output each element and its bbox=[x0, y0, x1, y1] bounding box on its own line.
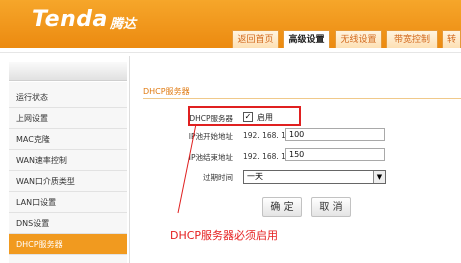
annotation-text: DHCP服务器必须启用 bbox=[170, 229, 279, 242]
annotation-arrow-line bbox=[177, 123, 197, 214]
